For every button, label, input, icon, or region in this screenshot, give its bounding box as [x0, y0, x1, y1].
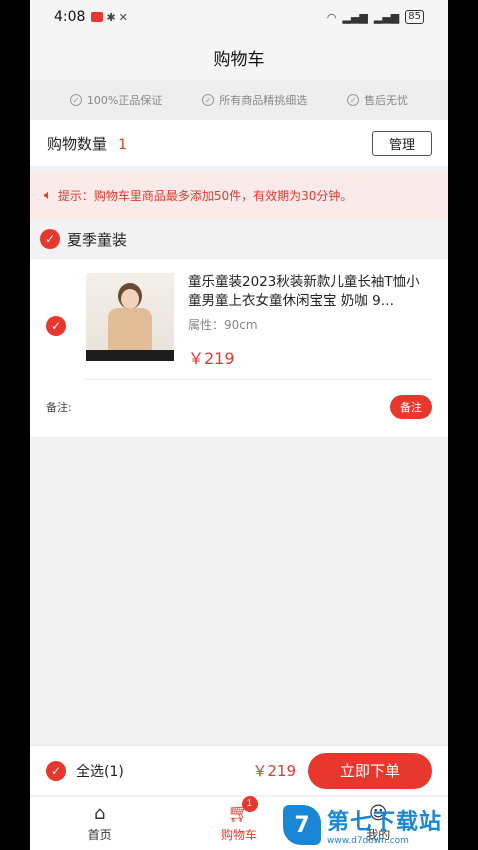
select-all-checkbox[interactable]: ✓	[46, 760, 66, 781]
guarantee-label: 售后无忧	[364, 94, 409, 107]
tab-label: 购物车	[220, 828, 257, 842]
note-label: 备注:	[46, 401, 72, 414]
select-all-toggle[interactable]: ✓ 全选(1)	[46, 760, 124, 781]
product-image[interactable]	[86, 273, 174, 361]
shop-name: 夏季童装	[67, 230, 128, 249]
phone-screen: 4:08 ✱ ✕ ◠ ▂▄▆ ▂▄▆ 85 购物车 ✓ 100%正品保证 ✓ 所…	[30, 0, 448, 850]
guarantee-item: ✓ 100%正品保证	[69, 92, 163, 108]
select-all-label: 全选(1)	[76, 763, 124, 780]
status-bar: 4:08 ✱ ✕ ◠ ▂▄▆ ▂▄▆ 85	[30, 0, 448, 34]
signal-icon: ▂▄▆	[342, 10, 368, 24]
status-time: 4:08	[54, 9, 86, 25]
check-circle-icon: ✓	[347, 94, 360, 106]
guarantee-label: 100%正品保证	[86, 94, 163, 107]
divider	[85, 379, 432, 380]
product-attribute: 属性：90cm	[188, 318, 258, 332]
guarantee-item: ✓ 所有商品精挑细选	[202, 92, 307, 108]
check-circle-icon: ✓	[69, 94, 82, 106]
mute-icon: ✕	[118, 10, 128, 24]
tip-text: 提示：购物车里商品最多添加50件，有效期为30分钟。	[57, 189, 353, 203]
check-circle-icon: ✓	[202, 94, 215, 106]
note-button[interactable]: 备注	[390, 395, 432, 419]
page-title: 购物车	[213, 49, 265, 70]
cart-count-value: 1	[118, 136, 128, 153]
tab-label: 首页	[87, 828, 112, 842]
watermark-title: 第七下载站	[327, 810, 443, 835]
checkout-bar: ✓ 全选(1) ￥219 立即下单	[30, 745, 448, 795]
home-icon: ⌂	[93, 803, 106, 824]
watermark-logo-icon: 7	[283, 805, 321, 845]
shop-header: ✓ 夏季童装	[30, 219, 448, 259]
place-order-button[interactable]: 立即下单	[308, 752, 432, 789]
tab-home[interactable]: ⌂ 首页	[50, 804, 150, 843]
item-checkbox[interactable]: ✓	[46, 316, 66, 336]
cart-badge: 1	[241, 796, 258, 812]
guarantee-item: ✓ 售后无忧	[347, 92, 408, 108]
guarantee-bar: ✓ 100%正品保证 ✓ 所有商品精挑细选 ✓ 售后无忧	[30, 80, 448, 120]
nav-bar: 购物车	[30, 34, 448, 80]
cart-icon: 🛒︎ 1	[228, 796, 258, 824]
bluetooth-icon: ✱	[106, 10, 116, 24]
cart-count-label: 购物数量	[47, 134, 108, 153]
product-title[interactable]: 童乐童装2023秋装新款儿童长袖T恤小童男童上衣女童休闲宝宝 奶咖 9…	[188, 273, 432, 311]
cart-item: ✓ 童乐童装2023秋装新款儿童长袖T恤小童男童上衣女童休闲宝宝 奶咖 9… 属…	[30, 259, 448, 437]
watermark-url: www.d7down.com	[327, 836, 409, 846]
product-price: ￥219	[188, 349, 235, 368]
wifi-icon: ◠	[326, 10, 337, 24]
app-notification-icon	[91, 12, 104, 22]
cart-count-bar: 购物数量 1 管理	[30, 120, 448, 166]
watermark-logo: 7 第七下载站 www.d7down.com	[283, 800, 478, 850]
manage-button[interactable]: 管理	[372, 130, 432, 156]
tab-cart[interactable]: 🛒︎ 1 购物车	[189, 796, 289, 843]
speaker-icon: 🔈︎	[44, 188, 52, 203]
shop-checkbox[interactable]: ✓	[40, 229, 60, 249]
total-price: ￥219	[252, 762, 296, 780]
tip-banner: 🔈︎ 提示：购物车里商品最多添加50件，有效期为30分钟。	[30, 172, 448, 219]
signal-icon-2: ▂▄▆	[373, 10, 400, 24]
battery-icon: 85	[405, 10, 424, 24]
guarantee-label: 所有商品精挑细选	[219, 94, 308, 107]
notification-icons: ✱ ✕	[91, 10, 128, 24]
